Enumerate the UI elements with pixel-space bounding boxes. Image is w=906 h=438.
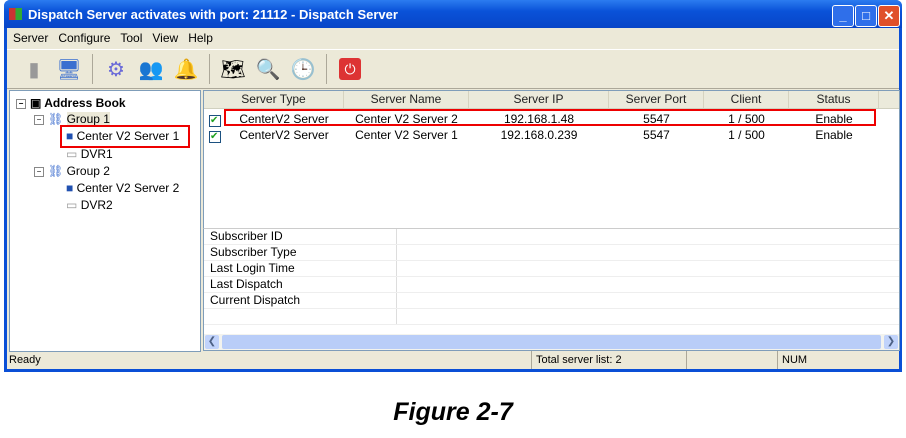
prop-label: Subscriber Type xyxy=(204,245,397,260)
list-header: Server Type Server Name Server IP Server… xyxy=(204,91,899,109)
toolbar: ▮ 🖥 ⚙ 👥 🔔 🗺 🔍 🕒 ⏻ xyxy=(7,49,899,89)
menu-server[interactable]: Server xyxy=(13,28,48,48)
menu-view[interactable]: View xyxy=(152,28,178,48)
properties-panel: Subscriber ID Subscriber Type Last Login… xyxy=(203,228,900,336)
clock-icon[interactable]: 🕒 xyxy=(288,54,318,84)
server-icon[interactable]: ▮ xyxy=(19,54,49,84)
tree-item[interactable]: ▭ DVR1 xyxy=(66,146,113,162)
prop-label: Current Dispatch xyxy=(204,293,397,308)
users-icon[interactable]: 👥 xyxy=(136,54,166,84)
maximize-button[interactable]: □ xyxy=(855,5,877,27)
power-icon[interactable]: ⏻ xyxy=(335,54,365,84)
col-client[interactable]: Client xyxy=(704,91,789,108)
server-list: Server Type Server Name Server IP Server… xyxy=(203,90,900,230)
row-checkbox[interactable]: ✔ xyxy=(209,131,221,143)
status-num: NUM xyxy=(777,351,822,369)
app-icon xyxy=(9,8,22,20)
highlight-box xyxy=(224,109,876,126)
close-button[interactable]: ✕ xyxy=(878,5,900,27)
menu-bar: Server Configure Tool View Help xyxy=(7,28,899,48)
prop-label: Subscriber ID xyxy=(204,229,397,244)
cell: 192.168.0.239 xyxy=(500,128,578,142)
col-server-type[interactable]: Server Type xyxy=(204,91,344,108)
alarm-icon[interactable]: 🔔 xyxy=(171,54,201,84)
cell: 5547 xyxy=(643,128,670,142)
map-icon[interactable]: 🗺 xyxy=(218,54,248,84)
dispatch-server-window: Dispatch Server activates with port: 211… xyxy=(4,0,902,372)
menu-tool[interactable]: Tool xyxy=(120,28,142,48)
minimize-button[interactable]: _ xyxy=(832,5,854,27)
col-status[interactable]: Status xyxy=(789,91,879,108)
tree-root[interactable]: − ▣ Address Book xyxy=(16,95,126,111)
computer-icon[interactable]: 🖥 xyxy=(54,54,84,84)
scroll-thumb[interactable] xyxy=(222,335,881,349)
tree-item[interactable]: ▭ DVR2 xyxy=(66,197,113,213)
prop-label: Last Dispatch xyxy=(204,277,397,292)
search-icon[interactable]: 🔍 xyxy=(253,54,283,84)
col-server-ip[interactable]: Server IP xyxy=(469,91,609,108)
status-total: Total server list: 2 xyxy=(531,351,686,369)
address-book-tree: − ▣ Address Book − ⛓ Group 1 ■ Center V2 S… xyxy=(9,90,201,352)
title-bar: Dispatch Server activates with port: 211… xyxy=(4,0,902,28)
prop-label: Last Login Time xyxy=(204,261,397,276)
scroll-right-icon[interactable]: ❯ xyxy=(884,335,898,349)
tree-item[interactable]: ■ Center V2 Server 2 xyxy=(66,180,179,196)
window-title: Dispatch Server activates with port: 211… xyxy=(28,7,398,22)
horizontal-scrollbar[interactable]: ❮ ❯ xyxy=(203,334,900,351)
col-server-name[interactable]: Server Name xyxy=(344,91,469,108)
row-checkbox[interactable]: ✔ xyxy=(209,115,221,127)
status-text: Ready xyxy=(9,354,41,366)
menu-help[interactable]: Help xyxy=(188,28,213,48)
table-row[interactable]: ✔ CenterV2 Server Center V2 Server 1 192… xyxy=(204,127,899,143)
scroll-left-icon[interactable]: ❮ xyxy=(205,335,219,349)
gear-icon[interactable]: ⚙ xyxy=(101,54,131,84)
cell: Enable xyxy=(815,128,853,142)
tree-group-2[interactable]: − ⛓ Group 2 xyxy=(34,163,110,179)
col-server-port[interactable]: Server Port xyxy=(609,91,704,108)
figure-caption: Figure 2-7 xyxy=(393,398,513,426)
cell: Center V2 Server 1 xyxy=(355,128,458,142)
status-bar: Ready Total server list: 2 NUM xyxy=(7,351,899,369)
highlight-box xyxy=(60,125,190,148)
cell: CenterV2 Server xyxy=(239,128,329,142)
menu-configure[interactable]: Configure xyxy=(58,28,110,48)
cell: 1 / 500 xyxy=(728,128,765,142)
